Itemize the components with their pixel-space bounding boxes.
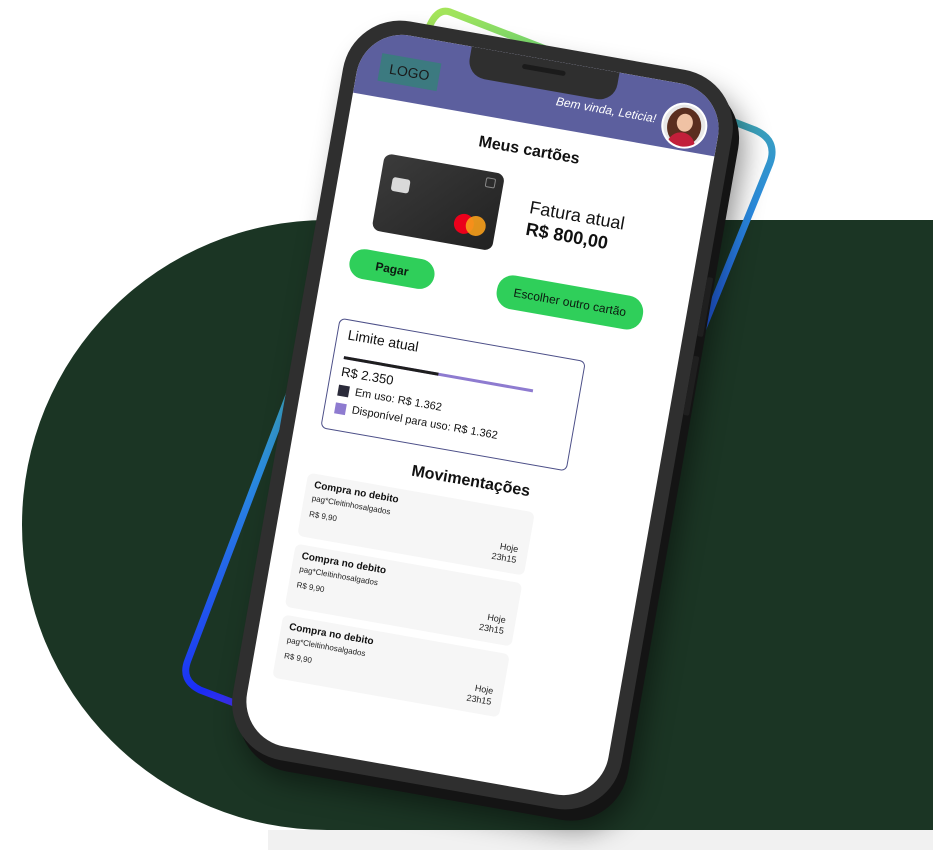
- available-swatch: [334, 401, 347, 415]
- limit-title: Limite atual: [346, 326, 420, 355]
- transaction-date: Hoje 23h15: [491, 540, 519, 566]
- mastercard-icon: [452, 212, 488, 238]
- speaker: [521, 63, 566, 77]
- avatar[interactable]: [657, 99, 711, 153]
- pay-button[interactable]: Pagar: [347, 246, 437, 292]
- logo: LOGO: [377, 53, 442, 92]
- card-chip-icon: [390, 176, 411, 194]
- transaction-amount: R$ 9,90: [295, 580, 326, 595]
- transaction-amount: R$ 9,90: [283, 651, 313, 666]
- choose-card-button[interactable]: Escolher outro cartão: [494, 272, 646, 333]
- transaction-date: Hoje 23h15: [478, 611, 506, 637]
- greeting: Bem vinda, Leticia!: [555, 94, 658, 126]
- transaction-amount: R$ 9,90: [308, 509, 338, 524]
- used-swatch: [337, 384, 351, 397]
- card-brand-mark-icon: [484, 177, 497, 189]
- limit-panel: Limite atual R$ 2.350 Em uso: R$ 1.362 D…: [320, 317, 586, 472]
- credit-card[interactable]: [371, 153, 506, 252]
- transaction-date: Hoje 23h15: [466, 682, 494, 708]
